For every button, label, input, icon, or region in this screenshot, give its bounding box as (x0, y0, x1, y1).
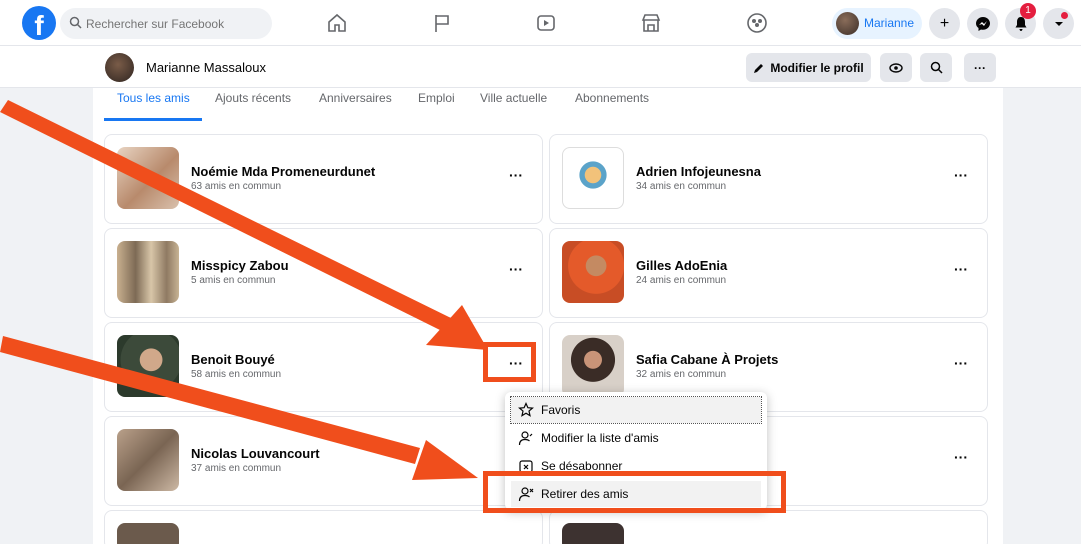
annotation-arrow-lower (0, 336, 478, 480)
annotation-arrows (0, 100, 488, 480)
annotation-arrow-upper (0, 100, 488, 350)
